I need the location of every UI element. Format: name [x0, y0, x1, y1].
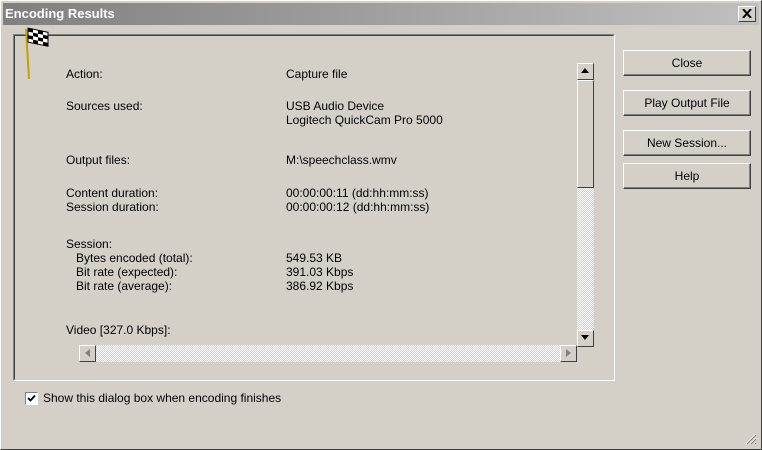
show-dialog-label[interactable]: Show this dialog box when encoding finis… — [43, 391, 281, 405]
content-duration-label: Content duration: — [66, 186, 159, 200]
video-label: Video [327.0 Kbps]: — [66, 323, 171, 337]
close-button[interactable]: Close — [623, 50, 751, 76]
sources-label: Sources used: — [66, 99, 143, 113]
source-audio: USB Audio Device — [286, 99, 385, 113]
show-dialog-checkbox[interactable] — [25, 392, 38, 405]
output-value: M:\speechclass.wmv — [286, 153, 397, 167]
bytes-label: Bytes encoded (total): — [76, 251, 193, 265]
close-icon — [742, 8, 752, 19]
bytes-value: 549.53 KB — [286, 251, 343, 265]
window-title: Encoding Results — [5, 6, 115, 21]
arrow-down-icon — [581, 335, 589, 340]
bitrate-average-label: Bit rate (average): — [76, 279, 173, 293]
vertical-scroll-thumb[interactable] — [577, 80, 594, 188]
scroll-right-button[interactable] — [560, 345, 577, 362]
bitrate-expected-value: 391.03 Kbps — [286, 265, 354, 279]
new-session-button[interactable]: New Session... — [623, 130, 751, 156]
session-values: 549.53 KB 391.03 Kbps 386.92 Kbps — [286, 251, 353, 293]
scroll-up-button[interactable] — [577, 63, 594, 80]
bitrate-average-value: 386.92 Kbps — [286, 279, 354, 293]
play-output-file-button[interactable]: Play Output File — [623, 90, 751, 116]
scroll-left-button[interactable] — [79, 345, 96, 362]
output-label: Output files: — [66, 153, 131, 167]
title-bar[interactable]: Encoding Results — [3, 3, 759, 25]
arrow-right-icon — [566, 349, 571, 357]
sources-value: USB Audio Device Logitech QuickCam Pro 5… — [286, 99, 443, 127]
horizontal-scroll-track[interactable] — [96, 345, 560, 362]
session-label: Session: — [66, 237, 113, 251]
checkmark-icon — [27, 394, 36, 402]
checkered-flag-icon — [25, 27, 49, 80]
session-duration-label: Session duration: — [66, 200, 159, 214]
action-value: Capture file — [286, 67, 348, 81]
arrow-left-icon — [85, 349, 90, 357]
session-duration-value: 00:00:00:12 (dd:hh:mm:ss) — [286, 200, 430, 214]
close-window-button[interactable] — [738, 6, 756, 22]
session-section: Session: Bytes encoded (total): Bit rate… — [66, 237, 193, 293]
scroll-down-button[interactable] — [577, 330, 594, 347]
durations-labels: Content duration: Session duration: — [66, 186, 159, 214]
encoding-results-dialog: Encoding Results Action: Capture file So… — [0, 0, 762, 450]
bitrate-expected-label: Bit rate (expected): — [76, 265, 178, 279]
arrow-up-icon — [581, 68, 589, 73]
action-label: Action: — [66, 67, 103, 81]
content-duration-value: 00:00:00:11 (dd:hh:mm:ss) — [286, 186, 429, 200]
source-video: Logitech QuickCam Pro 5000 — [286, 113, 443, 127]
resize-grip-icon[interactable] — [745, 433, 757, 445]
vertical-scrollbar[interactable] — [577, 63, 594, 347]
help-button[interactable]: Help — [623, 163, 751, 189]
horizontal-scrollbar[interactable] — [79, 345, 577, 362]
durations-values: 00:00:00:11 (dd:hh:mm:ss) 00:00:00:12 (d… — [286, 186, 429, 214]
